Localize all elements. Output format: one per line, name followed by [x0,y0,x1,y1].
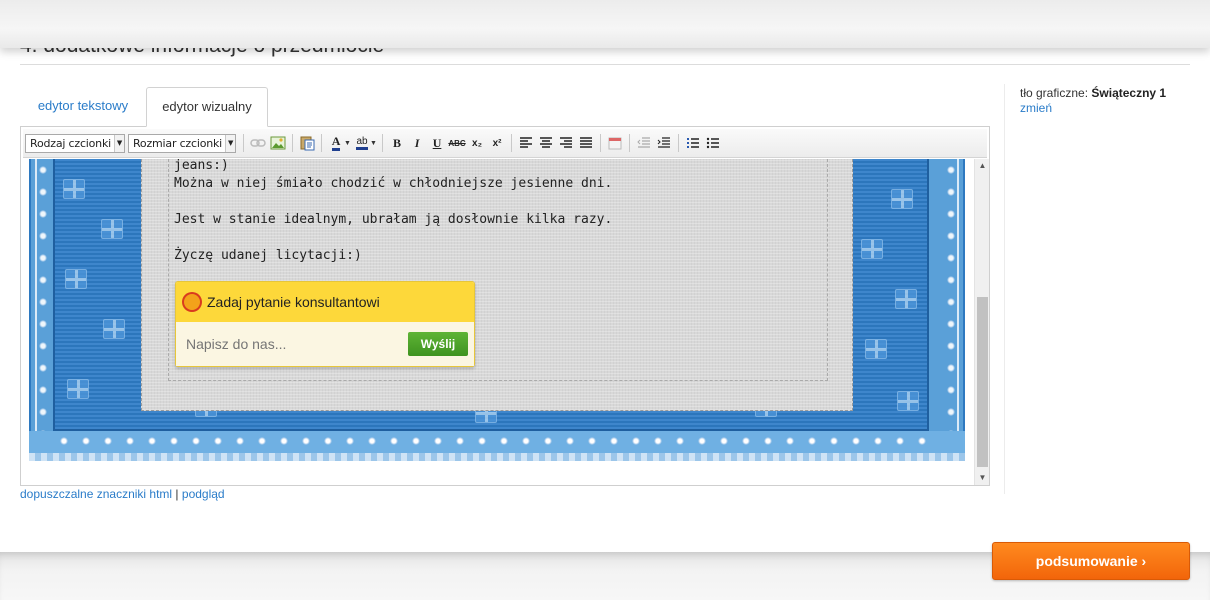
toolbar-separator [678,134,680,152]
link-icon [250,139,266,147]
font-family-select-label: Rodzaj czcionki [30,136,111,150]
widget-body: Wyślij [176,322,474,366]
superscript-button[interactable]: x² [487,133,507,153]
sun-logo-icon [184,294,200,310]
item-description: jeans:) Można w niej śmiało chodzić w ch… [174,159,794,283]
image-icon [270,136,286,150]
frame-dots-left [37,159,49,431]
gift-icon [63,179,85,199]
align-left-button[interactable] [516,133,536,153]
gift-icon [865,339,887,359]
description-line: Można w niej śmiało chodzić w chłodniejs… [174,176,613,191]
toolbar-separator [321,134,323,152]
gift-icon [897,391,919,411]
top-shadow-band [0,0,1210,48]
gift-icon [103,319,125,339]
unordered-list-icon [706,137,720,149]
font-color-button[interactable]: A [326,133,346,153]
ordered-list-button[interactable] [683,133,703,153]
font-color-icon: A [331,135,341,151]
insert-image-button[interactable] [268,133,288,153]
indent-icon [657,137,671,148]
frame-dots-bottom [53,435,929,447]
toolbar-separator [243,134,245,152]
tab-visual-editor[interactable]: edytor wizualny [146,87,268,127]
table-icon [608,137,622,150]
toolbar-separator [600,134,602,152]
highlight-icon: ab [356,136,368,150]
widget-header: Zadaj pytanie konsultantowi [176,282,474,322]
gift-icon [67,379,89,399]
summary-button[interactable]: podsumowanie › [992,542,1190,580]
indent-button[interactable] [654,133,674,153]
consultant-chat-widget: Zadaj pytanie konsultantowi Wyślij [175,281,475,367]
insert-table-button[interactable] [605,133,625,153]
widget-title: Zadaj pytanie konsultantowi [207,294,380,310]
toolbar-separator [382,134,384,152]
scroll-thumb[interactable] [977,297,988,467]
justify-button[interactable] [576,133,596,153]
justify-icon [580,137,593,148]
link-button[interactable] [248,133,268,153]
subscript-button[interactable]: x₂ [467,133,487,153]
editor-toolbar: Rodzaj czcionki ▼ Rozmiar czcionki ▼ A ▼… [23,129,987,158]
send-button[interactable]: Wyślij [408,332,468,356]
editor-content-area[interactable]: jeans:) Można w niej śmiało chodzić w ch… [23,159,977,485]
font-size-select-label: Rozmiar czcionki [132,136,223,150]
change-background-link[interactable]: zmień [1020,101,1052,115]
bold-button[interactable]: B [387,133,407,153]
gift-icon [891,189,913,209]
gift-icon [861,239,883,259]
strikethrough-button[interactable]: ABC [447,133,467,153]
chevron-down-icon[interactable]: ▼ [370,140,378,147]
preview-link[interactable]: podgląd [182,487,225,501]
toolbar-separator [292,134,294,152]
outdent-icon [637,137,651,148]
chevron-down-icon: ▼ [113,134,124,152]
description-line: Życzę udanej licytacji:) [174,248,362,263]
chevron-down-icon[interactable]: ▼ [344,140,352,147]
align-right-icon [560,137,573,148]
chevron-down-icon: ▼ [225,134,236,152]
align-right-button[interactable] [556,133,576,153]
background-settings-panel: tło graficzne: Świąteczny 1 zmień [1004,84,1210,494]
gift-icon [101,219,123,239]
ordered-list-icon [687,138,700,148]
description-line: jeans:) [174,159,229,173]
description-line: Jest w stanie idealnym, ubrałam ją dosło… [174,212,613,227]
scroll-up-icon[interactable]: ▲ [975,159,990,173]
font-family-select[interactable]: Rodzaj czcionki ▼ [25,133,125,153]
link-separator: | [175,487,179,501]
gift-icon [65,269,87,289]
font-size-select[interactable]: Rozmiar czcionki ▼ [127,133,237,153]
paste-icon [300,136,315,151]
align-left-icon [520,137,533,148]
background-info: tło graficzne: Świąteczny 1 [1020,86,1210,100]
title-divider [20,64,1190,65]
toolbar-separator [511,134,513,152]
highlight-button[interactable]: ab [352,133,372,153]
background-label: tło graficzne: [1020,86,1089,100]
underline-button[interactable]: U [427,133,447,153]
unordered-list-button[interactable] [703,133,723,153]
toolbar-separator [629,134,631,152]
align-center-icon [540,137,553,148]
background-value: Świąteczny 1 [1091,86,1167,100]
allowed-html-tags-link[interactable]: dopuszczalne znaczniki html [20,487,172,501]
editor-links: dopuszczalne znaczniki html | podgląd [20,487,225,501]
paste-word-button[interactable] [297,133,317,153]
outdent-button[interactable] [634,133,654,153]
visual-editor: Rodzaj czcionki ▼ Rozmiar czcionki ▼ A ▼… [20,126,990,486]
gift-icon [895,289,917,309]
consultant-message-input[interactable] [186,330,408,358]
frame-dots-right [945,159,957,431]
editor-scrollbar[interactable]: ▲ ▼ [974,159,989,485]
align-center-button[interactable] [536,133,556,153]
scroll-down-icon[interactable]: ▼ [975,471,990,485]
tab-text-editor[interactable]: edytor tekstowy [20,87,146,127]
italic-button[interactable]: I [407,133,427,153]
